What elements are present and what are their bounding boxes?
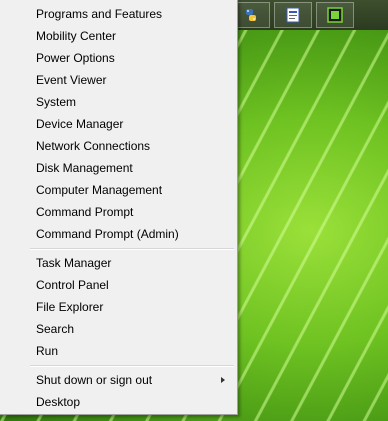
win-x-menu: Programs and Features Mobility Center Po… — [0, 0, 238, 415]
app-icon — [327, 7, 343, 23]
menu-item-task-manager[interactable]: Task Manager — [0, 252, 236, 274]
document-icon — [286, 7, 300, 23]
menu-item-command-prompt[interactable]: Command Prompt — [0, 201, 236, 223]
menu-separator — [30, 248, 234, 250]
menu-item-desktop[interactable]: Desktop — [0, 391, 236, 413]
menu-item-command-prompt-admin[interactable]: Command Prompt (Admin) — [0, 223, 236, 245]
taskbar — [232, 0, 388, 30]
menu-item-run[interactable]: Run — [0, 340, 236, 362]
submenu-arrow-icon — [221, 377, 225, 383]
menu-item-mobility-center[interactable]: Mobility Center — [0, 25, 236, 47]
taskbar-button-document[interactable] — [274, 2, 312, 28]
taskbar-button-app[interactable] — [316, 2, 354, 28]
menu-item-disk-management[interactable]: Disk Management — [0, 157, 236, 179]
python-icon — [246, 9, 256, 21]
menu-separator — [30, 365, 234, 367]
menu-item-file-explorer[interactable]: File Explorer — [0, 296, 236, 318]
menu-item-search[interactable]: Search — [0, 318, 236, 340]
menu-item-computer-management[interactable]: Computer Management — [0, 179, 236, 201]
menu-item-device-manager[interactable]: Device Manager — [0, 113, 236, 135]
menu-item-network-connections[interactable]: Network Connections — [0, 135, 236, 157]
menu-item-event-viewer[interactable]: Event Viewer — [0, 69, 236, 91]
menu-item-system[interactable]: System — [0, 91, 236, 113]
menu-item-programs-and-features[interactable]: Programs and Features — [0, 3, 236, 25]
menu-item-control-panel[interactable]: Control Panel — [0, 274, 236, 296]
menu-item-shut-down-or-sign-out[interactable]: Shut down or sign out — [0, 369, 236, 391]
menu-item-power-options[interactable]: Power Options — [0, 47, 236, 69]
